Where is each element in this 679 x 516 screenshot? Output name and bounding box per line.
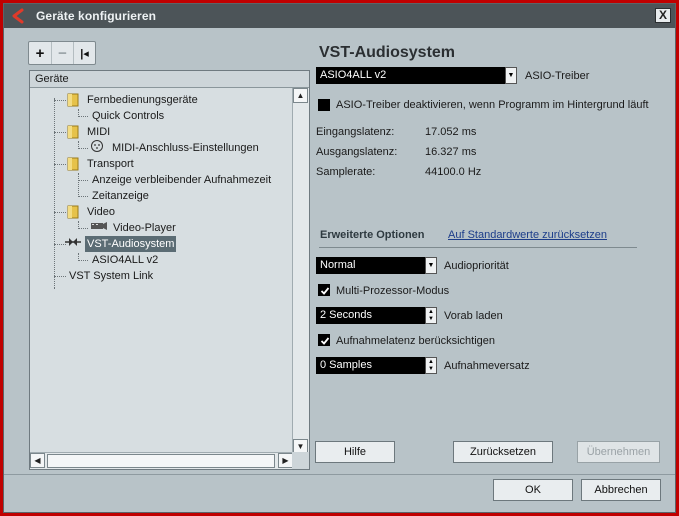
tree-horizontal-scrollbar[interactable]: ◀ ▶ xyxy=(30,452,293,469)
checkmark-icon xyxy=(320,337,330,345)
tree-item-remote-devices[interactable]: Fernbedienungsgeräte xyxy=(67,92,200,108)
tree-item-vst-system-link[interactable]: VST System Link xyxy=(67,268,155,284)
samplerate-value: 44100.0 Hz xyxy=(425,166,482,178)
apply-button[interactable]: Übernehmen xyxy=(577,441,660,463)
tree-item-label: Fernbedienungsgeräte xyxy=(87,94,198,106)
scroll-up-icon[interactable]: ▲ xyxy=(293,88,308,103)
cancel-button[interactable]: Abbrechen xyxy=(581,479,661,501)
audio-priority-label: Audiopriorität xyxy=(444,260,509,272)
tree-item-midi-port-settings[interactable]: MIDI-Anschluss-Einstellungen xyxy=(90,139,261,158)
device-config-window: Geräte konfigurieren X + − |◂ Geräte Fer… xyxy=(3,3,676,513)
tree-item-remaining-rec-time[interactable]: Anzeige verbleibender Aufnahmezeit xyxy=(90,172,273,188)
input-latency-value: 17.052 ms xyxy=(425,126,477,138)
tree-item-quick-controls[interactable]: Quick Controls xyxy=(90,108,166,124)
tree-item-video-player[interactable]: Video-Player xyxy=(90,220,178,236)
ok-button[interactable]: OK xyxy=(493,479,573,501)
tree-item-vst-audiosystem[interactable]: VST-Audiosystem xyxy=(64,236,177,252)
deactivate-driver-checkbox[interactable] xyxy=(318,99,330,111)
tab-advanced-options[interactable]: Erweiterte Optionen xyxy=(320,229,425,241)
tree-item-label: VST System Link xyxy=(69,270,154,282)
chevron-down-icon[interactable]: ▼ xyxy=(505,67,517,84)
device-tree: Fernbedienungsgeräte Quick Controls MIDI… xyxy=(30,88,293,454)
video-player-icon xyxy=(90,220,108,236)
title-bar[interactable]: Geräte konfigurieren X xyxy=(4,4,675,28)
device-toolbar: + − |◂ xyxy=(28,41,96,65)
panel-heading: VST-Audiosystem xyxy=(319,44,456,61)
tree-item-time-display[interactable]: Zeitanzeige xyxy=(90,188,151,204)
tree-column-header[interactable]: Geräte xyxy=(30,71,309,88)
folder-icon xyxy=(67,93,79,107)
samplerate-label: Samplerate: xyxy=(316,166,376,178)
tree-item-label: Quick Controls xyxy=(92,110,165,122)
asio-driver-dropdown[interactable]: ASIO4ALL v2 ▼ xyxy=(316,67,517,84)
multiprocessor-checkbox[interactable] xyxy=(318,284,330,296)
folder-icon xyxy=(67,125,79,139)
record-latency-checkbox[interactable] xyxy=(318,334,330,346)
output-latency-value: 16.327 ms xyxy=(425,146,477,158)
cubase-logo-icon xyxy=(10,8,26,24)
preload-value: 2 Seconds xyxy=(320,309,372,321)
input-latency-label: Eingangslatenz: xyxy=(316,126,395,138)
tree-item-label: Anzeige verbleibender Aufnahmezeit xyxy=(92,174,272,186)
scroll-right-icon[interactable]: ▶ xyxy=(278,453,293,468)
audio-priority-dropdown[interactable]: Normal ▼ xyxy=(316,257,437,274)
tree-item-video[interactable]: Video xyxy=(67,204,117,220)
record-offset-value: 0 Samples xyxy=(320,359,372,371)
footer-divider xyxy=(4,474,675,475)
window-title: Geräte konfigurieren xyxy=(36,9,157,23)
device-tree-panel: Geräte Fernbedienungsgeräte Quick Contro… xyxy=(29,70,310,470)
scrollbar-corner xyxy=(292,452,309,469)
tree-item-label: VST-Audiosystem xyxy=(85,236,177,252)
tree-item-asio4all[interactable]: ASIO4ALL v2 xyxy=(90,252,160,268)
deactivate-driver-label: ASIO-Treiber deaktivieren, wenn Programm… xyxy=(336,99,649,111)
tree-item-label: Transport xyxy=(87,158,134,170)
preload-stepper[interactable]: 2 Seconds ▲ ▼ xyxy=(316,307,437,324)
help-button[interactable]: Hilfe xyxy=(315,441,395,463)
tree-item-label: Zeitanzeige xyxy=(92,190,149,202)
remove-device-button[interactable]: − xyxy=(51,42,73,64)
horizontal-scroll-thumb[interactable] xyxy=(47,454,275,468)
reset-defaults-link[interactable]: Auf Standardwerte zurücksetzen xyxy=(448,229,607,241)
preload-label: Vorab laden xyxy=(444,310,503,322)
stepper-arrows-icon[interactable]: ▲ ▼ xyxy=(425,357,437,374)
scroll-left-icon[interactable]: ◀ xyxy=(30,453,45,468)
checkmark-icon xyxy=(320,287,330,295)
output-latency-label: Ausgangslatenz: xyxy=(316,146,398,158)
record-offset-stepper[interactable]: 0 Samples ▲ ▼ xyxy=(316,357,437,374)
close-button[interactable]: X xyxy=(655,8,671,23)
tree-vertical-scrollbar[interactable]: ▲ ▼ xyxy=(292,88,309,454)
folder-icon xyxy=(67,205,79,219)
stepper-arrows-icon[interactable]: ▲ ▼ xyxy=(425,307,437,324)
tree-item-label: ASIO4ALL v2 xyxy=(92,254,159,266)
record-latency-label: Aufnahmelatenz berücksichtigen xyxy=(336,335,495,347)
reset-button[interactable]: Zurücksetzen xyxy=(453,441,553,463)
chevron-down-icon[interactable]: ▼ xyxy=(425,257,437,274)
folder-icon xyxy=(67,157,79,171)
asio-driver-value: ASIO4ALL v2 xyxy=(320,69,387,81)
asio-driver-label: ASIO-Treiber xyxy=(525,70,590,82)
tree-item-label: MIDI-Anschluss-Einstellungen xyxy=(112,142,259,154)
tree-item-transport[interactable]: Transport xyxy=(67,156,136,172)
multiprocessor-label: Multi-Prozessor-Modus xyxy=(336,285,450,297)
reset-device-button[interactable]: |◂ xyxy=(73,42,95,64)
tree-item-label: Video-Player xyxy=(113,222,176,234)
midi-port-icon xyxy=(90,139,104,158)
tree-item-label: Video xyxy=(87,206,115,218)
add-device-button[interactable]: + xyxy=(29,42,51,64)
tab-separator xyxy=(319,247,637,248)
record-offset-label: Aufnahmeversatz xyxy=(444,360,530,372)
audio-priority-value: Normal xyxy=(320,259,356,271)
audio-system-icon xyxy=(64,236,82,252)
